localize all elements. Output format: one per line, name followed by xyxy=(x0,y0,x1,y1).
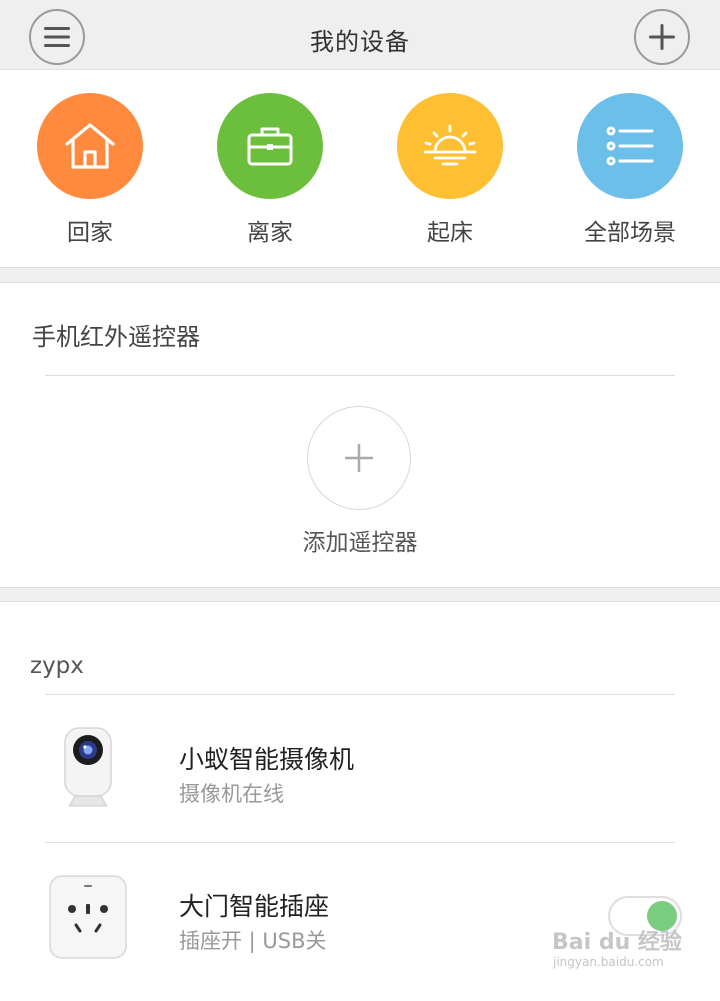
ir-remote-title: 手机红外遥控器 xyxy=(32,323,200,351)
scene-shortcuts: 回家 离家 起床 全部场景 xyxy=(0,70,720,268)
device-status: 插座开 | USB关 xyxy=(179,929,327,953)
device-row-camera[interactable]: 小蚁智能摄像机 摄像机在线 xyxy=(0,695,720,842)
plus-icon xyxy=(649,24,675,50)
home-icon xyxy=(65,123,115,169)
device-group-name: zypx xyxy=(30,653,84,679)
scene-label: 离家 xyxy=(247,220,293,246)
scene-wakeup[interactable]: 起床 xyxy=(396,93,504,247)
scene-home[interactable]: 回家 xyxy=(36,93,144,247)
top-bar: 我的设备 xyxy=(0,0,720,70)
page-title: 我的设备 xyxy=(310,28,410,56)
add-remote-button[interactable] xyxy=(307,406,411,510)
device-name: 大门智能插座 xyxy=(179,892,330,921)
smart-plug-icon xyxy=(49,875,127,959)
sunrise-icon xyxy=(423,124,477,166)
scene-label: 回家 xyxy=(67,220,113,246)
add-remote-label[interactable]: 添加遥控器 xyxy=(0,523,720,557)
watermark: Bai du 经验 xyxy=(552,930,682,955)
add-device-button[interactable] xyxy=(634,9,690,65)
watermark-url: jingyan.baidu.com xyxy=(553,955,664,969)
scene-home-circle xyxy=(37,93,143,199)
briefcase-icon xyxy=(247,127,293,166)
scene-away[interactable]: 离家 xyxy=(216,93,324,247)
plus-icon xyxy=(345,444,373,472)
device-name: 小蚁智能摄像机 xyxy=(179,745,355,774)
ir-remote-card: 手机红外遥控器 添加遥控器 xyxy=(0,282,720,588)
scene-all[interactable]: 全部场景 xyxy=(576,93,684,247)
divider xyxy=(45,375,675,376)
camera-icon xyxy=(64,727,112,807)
scene-label: 全部场景 xyxy=(584,220,676,246)
scene-label: 起床 xyxy=(427,220,473,246)
scene-away-circle xyxy=(217,93,323,199)
scene-all-circle xyxy=(577,93,683,199)
device-status: 摄像机在线 xyxy=(179,782,284,806)
list-icon xyxy=(606,126,654,166)
scene-wakeup-circle xyxy=(397,93,503,199)
